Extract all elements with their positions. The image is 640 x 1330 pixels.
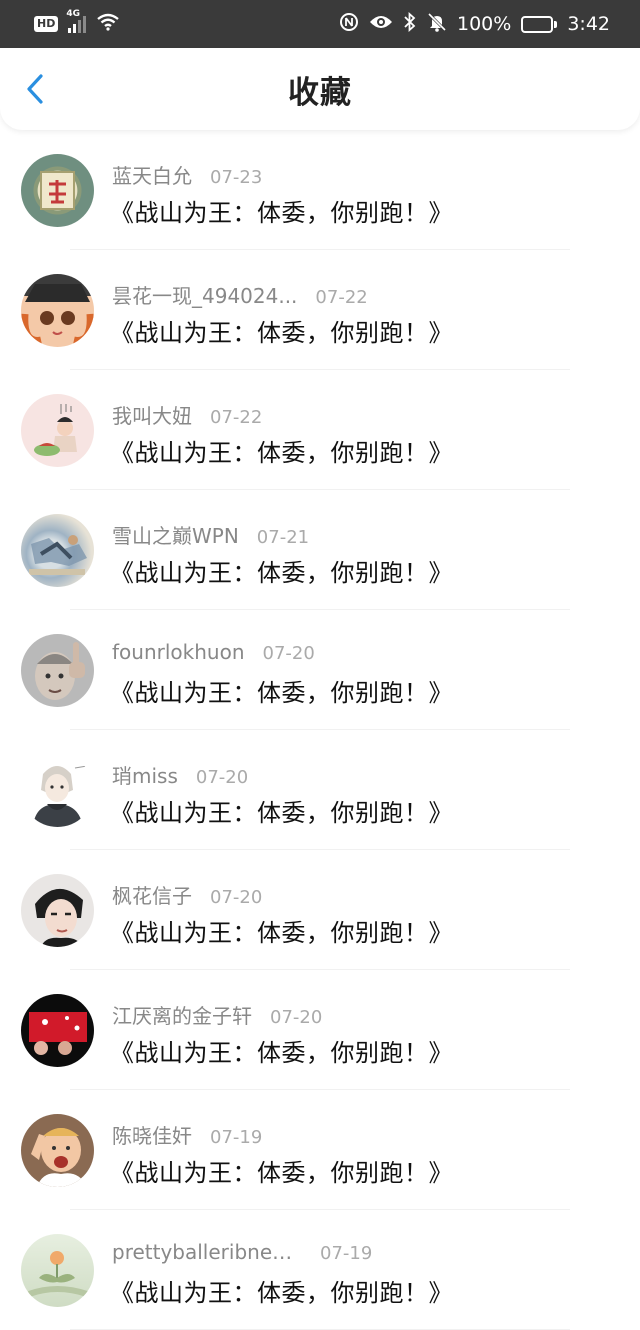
username[interactable]: 昙花一现_494024... <box>112 280 297 309</box>
network-type: 4G <box>66 9 80 19</box>
avatar[interactable] <box>21 1234 94 1307</box>
hd-badge: HD <box>34 16 59 32</box>
favorite-item[interactable]: 枫花信子 07-20 《战山为王：体委，你别跑！》 <box>0 850 640 970</box>
username[interactable]: prettyballeribneams <box>112 1240 302 1264</box>
book-title[interactable]: 《战山为王：体委，你别跑！》 <box>110 793 453 828</box>
book-title[interactable]: 《战山为王：体委，你别跑！》 <box>110 1033 453 1068</box>
avatar[interactable] <box>21 394 94 467</box>
date: 07-20 <box>270 1007 323 1028</box>
favorite-meta: 陈晓佳奸 07-19 <box>112 1120 262 1149</box>
favorite-item[interactable]: 陈晓佳奸 07-19 《战山为王：体委，你别跑！》 <box>0 1090 640 1210</box>
date: 07-20 <box>210 887 263 908</box>
username[interactable]: 枫花信子 <box>112 880 192 909</box>
username[interactable]: 江厌离的金子轩 <box>112 1000 252 1029</box>
bluetooth-icon <box>403 11 417 37</box>
avatar[interactable] <box>21 514 94 587</box>
avatar[interactable] <box>21 754 94 827</box>
battery-icon <box>521 15 558 33</box>
favorite-meta: 枫花信子 07-20 <box>112 880 262 909</box>
favorite-meta: 昙花一现_494024... 07-22 <box>112 280 368 309</box>
cellular-signal-icon: 4G <box>66 9 87 33</box>
mute-bell-icon <box>427 12 447 37</box>
avatar[interactable] <box>21 154 94 227</box>
favorite-meta: founrlokhuon 07-20 <box>112 640 315 664</box>
favorite-item[interactable]: 昙花一现_494024... 07-22 《战山为王：体委，你别跑！》 <box>0 250 640 370</box>
favorite-item[interactable]: founrlokhuon 07-20 《战山为王：体委，你别跑！》 <box>0 610 640 730</box>
wifi-icon <box>96 13 120 36</box>
battery-percent: 100% <box>457 13 512 35</box>
favorite-item[interactable]: 琑miss 07-20 《战山为王：体委，你别跑！》 <box>0 730 640 850</box>
avatar[interactable] <box>21 1114 94 1187</box>
username[interactable]: 雪山之巅WPN <box>112 520 239 549</box>
date: 07-20 <box>262 643 315 664</box>
favorite-item[interactable]: 雪山之巅WPN 07-21 《战山为王：体委，你别跑！》 <box>0 490 640 610</box>
book-title[interactable]: 《战山为王：体委，你别跑！》 <box>110 553 453 588</box>
favorite-item[interactable]: 蓝天白允 07-23 《战山为王：体委，你别跑！》 <box>0 130 640 250</box>
avatar[interactable] <box>21 874 94 947</box>
date: 07-22 <box>315 287 368 308</box>
avatar[interactable] <box>21 634 94 707</box>
nfc-icon <box>339 12 359 37</box>
date: 07-22 <box>210 407 263 428</box>
book-title[interactable]: 《战山为王：体委，你别跑！》 <box>110 913 453 948</box>
favorite-item[interactable]: 江厌离的金子轩 07-20 《战山为王：体委，你别跑！》 <box>0 970 640 1090</box>
status-right: 100% 3:42 <box>339 11 610 37</box>
date: 07-21 <box>256 527 310 548</box>
avatar[interactable] <box>21 994 94 1067</box>
book-title[interactable]: 《战山为王：体委，你别跑！》 <box>110 673 453 708</box>
avatar[interactable] <box>21 274 94 347</box>
favorite-meta: 琑miss 07-20 <box>112 760 248 789</box>
favorite-item[interactable]: prettyballeribneams 07-19 《战山为王：体委，你别跑！》 <box>0 1210 640 1330</box>
username[interactable]: 蓝天白允 <box>112 160 192 189</box>
date: 07-19 <box>320 1243 373 1264</box>
eye-comfort-icon <box>369 13 393 36</box>
favorite-meta: 蓝天白允 07-23 <box>112 160 262 189</box>
username[interactable]: founrlokhuon <box>112 640 245 664</box>
username[interactable]: 我叫大妞 <box>112 400 192 429</box>
favorite-meta: prettyballeribneams 07-19 <box>112 1240 372 1264</box>
username[interactable]: 琑miss <box>112 760 178 789</box>
back-arrow-icon <box>27 74 43 104</box>
clock: 3:42 <box>567 13 610 35</box>
favorite-meta: 我叫大妞 07-22 <box>112 400 262 429</box>
favorite-item[interactable]: 我叫大妞 07-22 《战山为王：体委，你别跑！》 <box>0 370 640 490</box>
page-title: 收藏 <box>288 74 352 111</box>
back-button[interactable] <box>18 72 52 106</box>
favorite-meta: 江厌离的金子轩 07-20 <box>112 1000 322 1029</box>
date: 07-23 <box>210 167 263 188</box>
header: 收藏 <box>0 48 640 130</box>
book-title[interactable]: 《战山为王：体委，你别跑！》 <box>110 1273 453 1308</box>
book-title[interactable]: 《战山为王：体委，你别跑！》 <box>110 1153 453 1188</box>
username[interactable]: 陈晓佳奸 <box>112 1120 192 1149</box>
book-title[interactable]: 《战山为王：体委，你别跑！》 <box>110 193 453 228</box>
date: 07-19 <box>210 1127 263 1148</box>
status-bar: HD 4G 100% 3:42 <box>0 0 640 48</box>
favorite-meta: 雪山之巅WPN 07-21 <box>112 520 309 549</box>
favorites-list: 蓝天白允 07-23 《战山为王：体委，你别跑！》 昙花一现_494024...… <box>0 130 640 1330</box>
book-title[interactable]: 《战山为王：体委，你别跑！》 <box>110 433 453 468</box>
book-title[interactable]: 《战山为王：体委，你别跑！》 <box>110 313 453 348</box>
date: 07-20 <box>195 767 249 788</box>
status-left: HD 4G <box>34 9 120 36</box>
